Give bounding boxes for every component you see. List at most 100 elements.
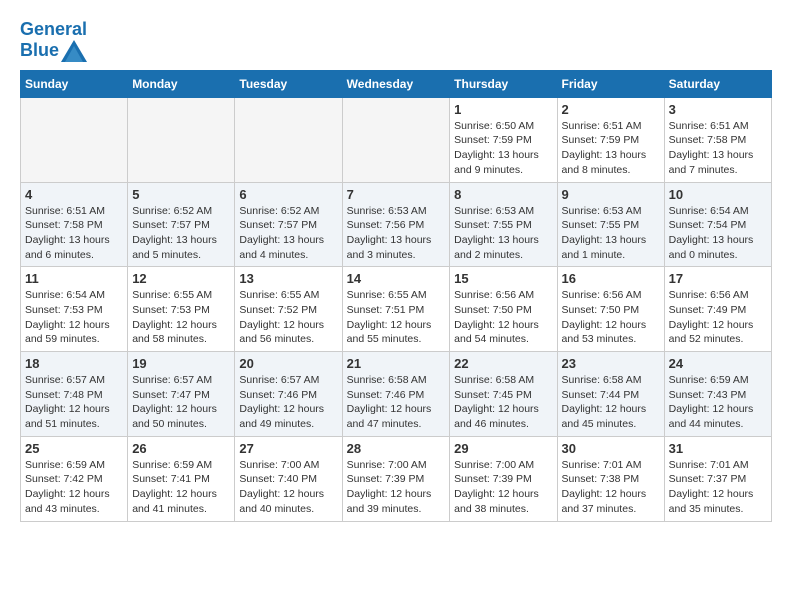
logo-blue: Blue (20, 41, 59, 61)
day-number: 9 (562, 187, 660, 202)
calendar-cell: 25Sunrise: 6:59 AMSunset: 7:42 PMDayligh… (21, 436, 128, 521)
calendar-cell: 13 Sunrise: 6:55 AMSunset: 7:52 PMDayligh… (235, 267, 342, 352)
day-number: 15 (454, 271, 552, 286)
day-number: 22 (454, 356, 552, 371)
day-info: Sunrise: 6:59 AMSunset: 7:41 PMDaylight:… (132, 458, 230, 517)
weekday-header-sunday: Sunday (21, 70, 128, 97)
day-number: 31 (669, 441, 767, 456)
calendar-cell: 17 Sunrise: 6:56 AMSunset: 7:49 PMDayligh… (664, 267, 771, 352)
day-info: Sunrise: 6:58 AMSunset: 7:44 PMDaylight:… (562, 373, 660, 432)
day-info: Sunrise: 6:50 AMSunset: 7:59 PMDaylight:… (454, 119, 552, 178)
calendar-cell: 12 Sunrise: 6:55 AMSunset: 7:53 PMDayligh… (128, 267, 235, 352)
day-info: Sunrise: 6:55 AMSunset: 7:53 PMDaylight:… (132, 288, 230, 347)
day-info: Sunrise: 6:53 AMSunset: 7:55 PMDaylight:… (454, 204, 552, 263)
day-info: Sunrise: 6:52 AMSunset: 7:57 PMDaylight:… (239, 204, 337, 263)
day-info: Sunrise: 6:53 AMSunset: 7:56 PMDaylight:… (347, 204, 446, 263)
calendar-cell: 31Sunrise: 7:01 AMSunset: 7:37 PMDayligh… (664, 436, 771, 521)
day-info: Sunrise: 7:00 AMSunset: 7:39 PMDaylight:… (347, 458, 446, 517)
day-number: 10 (669, 187, 767, 202)
day-number: 25 (25, 441, 123, 456)
day-number: 20 (239, 356, 337, 371)
day-info: Sunrise: 7:00 AMSunset: 7:39 PMDaylight:… (454, 458, 552, 517)
day-number: 26 (132, 441, 230, 456)
weekday-header-friday: Friday (557, 70, 664, 97)
calendar-cell: 5 Sunrise: 6:52 AMSunset: 7:57 PMDaylight… (128, 182, 235, 267)
calendar-cell: 27 Sunrise: 7:00 AMSunset: 7:40 PMDayligh… (235, 436, 342, 521)
day-number: 2 (562, 102, 660, 117)
day-number: 16 (562, 271, 660, 286)
day-number: 17 (669, 271, 767, 286)
day-number: 19 (132, 356, 230, 371)
calendar-cell: 2 Sunrise: 6:51 AMSunset: 7:59 PMDaylight… (557, 97, 664, 182)
calendar-cell: 29 Sunrise: 7:00 AMSunset: 7:39 PMDayligh… (450, 436, 557, 521)
calendar-cell (235, 97, 342, 182)
day-info: Sunrise: 6:55 AMSunset: 7:51 PMDaylight:… (347, 288, 446, 347)
calendar-cell: 22 Sunrise: 6:58 AMSunset: 7:45 PMDayligh… (450, 352, 557, 437)
calendar-cell: 15Sunrise: 6:56 AMSunset: 7:50 PMDayligh… (450, 267, 557, 352)
day-info: Sunrise: 6:57 AMSunset: 7:46 PMDaylight:… (239, 373, 337, 432)
day-number: 11 (25, 271, 123, 286)
day-info: Sunrise: 6:55 AMSunset: 7:52 PMDaylight:… (239, 288, 337, 347)
day-info: Sunrise: 6:57 AMSunset: 7:47 PMDaylight:… (132, 373, 230, 432)
calendar-cell: 4Sunrise: 6:51 AMSunset: 7:58 PMDaylight… (21, 182, 128, 267)
day-number: 18 (25, 356, 123, 371)
calendar-week-5: 25Sunrise: 6:59 AMSunset: 7:42 PMDayligh… (21, 436, 772, 521)
day-number: 30 (562, 441, 660, 456)
calendar-cell: 7 Sunrise: 6:53 AMSunset: 7:56 PMDaylight… (342, 182, 450, 267)
day-info: Sunrise: 6:57 AMSunset: 7:48 PMDaylight:… (25, 373, 123, 432)
day-info: Sunrise: 6:51 AMSunset: 7:58 PMDaylight:… (25, 204, 123, 263)
day-number: 8 (454, 187, 552, 202)
day-number: 12 (132, 271, 230, 286)
day-info: Sunrise: 6:54 AMSunset: 7:53 PMDaylight:… (25, 288, 123, 347)
calendar-cell: 14Sunrise: 6:55 AMSunset: 7:51 PMDayligh… (342, 267, 450, 352)
day-info: Sunrise: 6:53 AMSunset: 7:55 PMDaylight:… (562, 204, 660, 263)
day-number: 29 (454, 441, 552, 456)
calendar-cell: 10 Sunrise: 6:54 AMSunset: 7:54 PMDayligh… (664, 182, 771, 267)
calendar-week-4: 18 Sunrise: 6:57 AMSunset: 7:48 PMDayligh… (21, 352, 772, 437)
calendar-cell: 16 Sunrise: 6:56 AMSunset: 7:50 PMDayligh… (557, 267, 664, 352)
calendar-week-2: 4Sunrise: 6:51 AMSunset: 7:58 PMDaylight… (21, 182, 772, 267)
calendar-cell: 30Sunrise: 7:01 AMSunset: 7:38 PMDayligh… (557, 436, 664, 521)
logo-text: General (20, 20, 87, 40)
logo: General Blue (20, 20, 87, 62)
calendar-cell: 24 Sunrise: 6:59 AMSunset: 7:43 PMDayligh… (664, 352, 771, 437)
weekday-header-tuesday: Tuesday (235, 70, 342, 97)
calendar-cell: 11 Sunrise: 6:54 AMSunset: 7:53 PMDayligh… (21, 267, 128, 352)
day-info: Sunrise: 6:51 AMSunset: 7:59 PMDaylight:… (562, 119, 660, 178)
day-info: Sunrise: 6:56 AMSunset: 7:49 PMDaylight:… (669, 288, 767, 347)
day-info: Sunrise: 6:56 AMSunset: 7:50 PMDaylight:… (562, 288, 660, 347)
day-info: Sunrise: 6:59 AMSunset: 7:43 PMDaylight:… (669, 373, 767, 432)
calendar-week-3: 11 Sunrise: 6:54 AMSunset: 7:53 PMDayligh… (21, 267, 772, 352)
day-info: Sunrise: 6:52 AMSunset: 7:57 PMDaylight:… (132, 204, 230, 263)
calendar-cell: 1 Sunrise: 6:50 AMSunset: 7:59 PMDaylight… (450, 97, 557, 182)
calendar-cell: 23 Sunrise: 6:58 AMSunset: 7:44 PMDayligh… (557, 352, 664, 437)
day-info: Sunrise: 6:51 AMSunset: 7:58 PMDaylight:… (669, 119, 767, 178)
calendar-cell: 3 Sunrise: 6:51 AMSunset: 7:58 PMDaylight… (664, 97, 771, 182)
day-number: 21 (347, 356, 446, 371)
day-number: 3 (669, 102, 767, 117)
day-number: 5 (132, 187, 230, 202)
day-info: Sunrise: 7:00 AMSunset: 7:40 PMDaylight:… (239, 458, 337, 517)
calendar-cell: 9 Sunrise: 6:53 AMSunset: 7:55 PMDaylight… (557, 182, 664, 267)
weekday-header-monday: Monday (128, 70, 235, 97)
day-number: 28 (347, 441, 446, 456)
day-number: 23 (562, 356, 660, 371)
day-number: 24 (669, 356, 767, 371)
calendar-cell (342, 97, 450, 182)
calendar-cell: 19 Sunrise: 6:57 AMSunset: 7:47 PMDayligh… (128, 352, 235, 437)
weekday-header-saturday: Saturday (664, 70, 771, 97)
calendar-cell: 21Sunrise: 6:58 AMSunset: 7:46 PMDayligh… (342, 352, 450, 437)
calendar-cell: 6 Sunrise: 6:52 AMSunset: 7:57 PMDaylight… (235, 182, 342, 267)
day-info: Sunrise: 6:54 AMSunset: 7:54 PMDaylight:… (669, 204, 767, 263)
day-number: 1 (454, 102, 552, 117)
logo-icon (61, 40, 87, 62)
day-info: Sunrise: 6:58 AMSunset: 7:45 PMDaylight:… (454, 373, 552, 432)
day-number: 13 (239, 271, 337, 286)
header: General Blue (20, 20, 772, 62)
day-number: 27 (239, 441, 337, 456)
weekday-header-wednesday: Wednesday (342, 70, 450, 97)
calendar-cell (21, 97, 128, 182)
day-number: 7 (347, 187, 446, 202)
calendar-week-1: 1 Sunrise: 6:50 AMSunset: 7:59 PMDaylight… (21, 97, 772, 182)
day-number: 6 (239, 187, 337, 202)
